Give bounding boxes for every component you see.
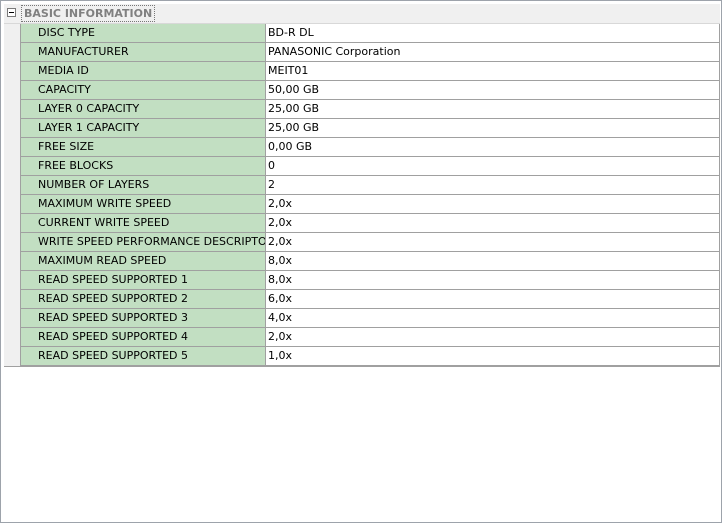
property-value[interactable]: 2,0x [266, 195, 720, 214]
property-row[interactable]: READ SPEED SUPPORTED 3 4,0x [4, 309, 720, 328]
row-gutter [4, 271, 20, 290]
row-gutter [4, 233, 20, 252]
property-value[interactable]: 25,00 GB [266, 100, 720, 119]
property-value[interactable]: 25,00 GB [266, 119, 720, 138]
property-name[interactable]: FREE SIZE [20, 138, 266, 157]
property-row[interactable]: READ SPEED SUPPORTED 2 6,0x [4, 290, 720, 309]
property-row[interactable]: MAXIMUM WRITE SPEED 2,0x [4, 195, 720, 214]
property-row[interactable]: LAYER 1 CAPACITY 25,00 GB [4, 119, 720, 138]
property-row[interactable]: READ SPEED SUPPORTED 5 1,0x [4, 347, 720, 366]
row-gutter [4, 195, 20, 214]
property-name[interactable]: READ SPEED SUPPORTED 4 [20, 328, 266, 347]
collapse-minus-icon[interactable] [7, 8, 16, 17]
property-value[interactable]: 4,0x [266, 309, 720, 328]
property-value[interactable]: MEIT01 [266, 62, 720, 81]
property-name[interactable]: FREE BLOCKS [20, 157, 266, 176]
property-name[interactable]: LAYER 0 CAPACITY [20, 100, 266, 119]
property-row[interactable]: MANUFACTURER PANASONIC Corporation [4, 43, 720, 62]
row-gutter [4, 157, 20, 176]
property-value[interactable]: 2,0x [266, 328, 720, 347]
property-value[interactable]: 8,0x [266, 252, 720, 271]
property-name[interactable]: DISC TYPE [20, 24, 266, 43]
property-row[interactable]: READ SPEED SUPPORTED 4 2,0x [4, 328, 720, 347]
property-row[interactable]: LAYER 0 CAPACITY 25,00 GB [4, 100, 720, 119]
property-value[interactable]: 0 [266, 157, 720, 176]
property-name[interactable]: MANUFACTURER [20, 43, 266, 62]
property-row[interactable]: CAPACITY 50,00 GB [4, 81, 720, 100]
property-row[interactable]: MEDIA ID MEIT01 [4, 62, 720, 81]
property-name[interactable]: CAPACITY [20, 81, 266, 100]
property-value[interactable]: 2 [266, 176, 720, 195]
property-row[interactable]: DISC TYPE BD-R DL [4, 24, 720, 43]
property-grid: BASIC INFORMATION DISC TYPE BD-R DL MANUFA… [4, 4, 720, 367]
property-row[interactable]: FREE SIZE 0,00 GB [4, 138, 720, 157]
property-name[interactable]: MEDIA ID [20, 62, 266, 81]
category-label: BASIC INFORMATION [21, 5, 156, 22]
property-name[interactable]: READ SPEED SUPPORTED 5 [20, 347, 266, 366]
property-row[interactable]: MAXIMUM READ SPEED 8,0x [4, 252, 720, 271]
property-row[interactable]: READ SPEED SUPPORTED 1 8,0x [4, 271, 720, 290]
property-name[interactable]: WRITE SPEED PERFORMANCE DESCRIPTOR 1 [20, 233, 266, 252]
property-name[interactable]: READ SPEED SUPPORTED 2 [20, 290, 266, 309]
row-gutter [4, 138, 20, 157]
property-name[interactable]: LAYER 1 CAPACITY [20, 119, 266, 138]
property-value[interactable]: 50,00 GB [266, 81, 720, 100]
property-name[interactable]: MAXIMUM WRITE SPEED [20, 195, 266, 214]
row-gutter [4, 81, 20, 100]
row-gutter [4, 252, 20, 271]
property-grid-panel: BASIC INFORMATION DISC TYPE BD-R DL MANUFA… [0, 0, 722, 523]
property-value[interactable]: BD-R DL [266, 24, 720, 43]
row-gutter [4, 100, 20, 119]
property-name[interactable]: CURRENT WRITE SPEED [20, 214, 266, 233]
row-gutter [4, 24, 20, 43]
property-name[interactable]: NUMBER OF LAYERS [20, 176, 266, 195]
property-name[interactable]: READ SPEED SUPPORTED 1 [20, 271, 266, 290]
row-gutter [4, 214, 20, 233]
property-value[interactable]: 1,0x [266, 347, 720, 366]
property-value[interactable]: 0,00 GB [266, 138, 720, 157]
property-row[interactable]: NUMBER OF LAYERS 2 [4, 176, 720, 195]
property-value[interactable]: 6,0x [266, 290, 720, 309]
row-gutter [4, 347, 20, 366]
property-row[interactable]: CURRENT WRITE SPEED 2,0x [4, 214, 720, 233]
property-rows: DISC TYPE BD-R DL MANUFACTURER PANASONIC Co… [4, 24, 720, 366]
property-value[interactable]: 8,0x [266, 271, 720, 290]
row-gutter [4, 309, 20, 328]
category-row-basic-information[interactable]: BASIC INFORMATION [4, 4, 720, 24]
property-row[interactable]: FREE BLOCKS 0 [4, 157, 720, 176]
property-value[interactable]: PANASONIC Corporation [266, 43, 720, 62]
row-gutter [4, 119, 20, 138]
row-gutter [4, 62, 20, 81]
row-gutter [4, 43, 20, 62]
property-value[interactable]: 2,0x [266, 214, 720, 233]
row-gutter [4, 176, 20, 195]
row-gutter [4, 328, 20, 347]
row-gutter [4, 290, 20, 309]
property-name[interactable]: READ SPEED SUPPORTED 3 [20, 309, 266, 328]
property-value[interactable]: 2,0x [266, 233, 720, 252]
property-row[interactable]: WRITE SPEED PERFORMANCE DESCRIPTOR 1 2,0x [4, 233, 720, 252]
property-name[interactable]: MAXIMUM READ SPEED [20, 252, 266, 271]
